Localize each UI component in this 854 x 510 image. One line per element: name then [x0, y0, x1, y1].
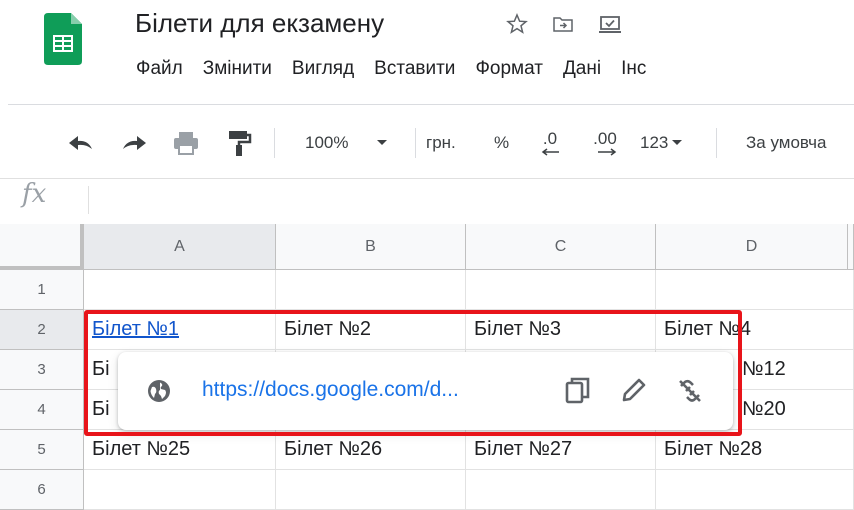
- chevron-down-icon: [672, 140, 683, 145]
- cell-d2[interactable]: Білет №4: [656, 310, 854, 350]
- cell-c2[interactable]: Білет №3: [466, 310, 656, 350]
- row-header-1[interactable]: 1: [0, 270, 84, 310]
- arrow-right-icon: [598, 148, 617, 156]
- more-formats-button[interactable]: 123: [640, 118, 683, 168]
- zoom-select[interactable]: 100%: [305, 118, 388, 168]
- move-to-folder-icon[interactable]: [551, 12, 575, 41]
- cell-d6[interactable]: [656, 470, 854, 510]
- document-title[interactable]: Білети для екзамену: [135, 8, 384, 39]
- row-header-2[interactable]: 2: [0, 310, 84, 350]
- increase-decimal-label: .00: [593, 129, 617, 148]
- increase-decimal-button[interactable]: .00: [590, 118, 620, 168]
- row-header-3[interactable]: 3: [0, 350, 84, 390]
- formula-bar-separator: [88, 186, 89, 214]
- cell-a1[interactable]: [84, 270, 276, 310]
- star-icon[interactable]: [505, 12, 529, 41]
- menu-edit[interactable]: Змінити: [203, 58, 272, 80]
- paint-format-icon[interactable]: [226, 118, 252, 168]
- currency-label: грн.: [426, 133, 456, 152]
- link-url[interactable]: https://docs.google.com/d...: [202, 378, 459, 402]
- select-all-corner[interactable]: [0, 224, 84, 270]
- zoom-value: 100%: [305, 133, 349, 152]
- column-header-a[interactable]: A: [84, 224, 276, 270]
- cell-d1[interactable]: [656, 270, 854, 310]
- cell-a5[interactable]: Білет №25: [84, 430, 276, 470]
- fx-icon: fx: [22, 179, 47, 209]
- menu-insert[interactable]: Вставити: [374, 58, 455, 80]
- redo-icon[interactable]: [119, 118, 149, 168]
- hyperlink-text[interactable]: Білет №1: [92, 318, 179, 341]
- edit-icon[interactable]: [620, 376, 648, 409]
- column-header-e[interactable]: [848, 224, 854, 270]
- menu-data[interactable]: Дані: [563, 58, 601, 80]
- column-header-b[interactable]: B: [276, 224, 466, 270]
- chevron-down-icon: [377, 140, 388, 145]
- cell-c6[interactable]: [466, 470, 656, 510]
- row-header-5[interactable]: 5: [0, 430, 84, 470]
- sheets-logo-icon[interactable]: [44, 13, 82, 65]
- unlink-icon[interactable]: [676, 377, 704, 410]
- column-header-d[interactable]: D: [656, 224, 848, 270]
- more-formats-label: 123: [640, 133, 669, 152]
- print-icon[interactable]: [172, 118, 200, 168]
- format-percent-button[interactable]: %: [494, 118, 509, 168]
- drive-status-icon[interactable]: [597, 12, 623, 41]
- cell-a2[interactable]: Білет №1: [84, 310, 276, 350]
- font-select[interactable]: За умовча: [746, 118, 826, 168]
- cell-a6[interactable]: [84, 470, 276, 510]
- menu-bar: Файл Змінити Вигляд Вставити Формат Дані…: [136, 58, 666, 80]
- arrow-left-icon: [541, 148, 559, 156]
- toolbar: 100% грн. % .0 .00 123 За умовча: [0, 118, 854, 168]
- menu-tools[interactable]: Інс: [621, 58, 646, 80]
- row-header-6[interactable]: 6: [0, 470, 84, 510]
- format-currency-button[interactable]: грн.: [426, 118, 456, 168]
- formula-bar-divider: [0, 178, 854, 179]
- column-header-c[interactable]: C: [466, 224, 656, 270]
- cell-b1[interactable]: [276, 270, 466, 310]
- cell-b6[interactable]: [276, 470, 466, 510]
- link-preview-popup: https://docs.google.com/d...: [118, 352, 733, 430]
- cell-c1[interactable]: [466, 270, 656, 310]
- menu-view[interactable]: Вигляд: [292, 58, 354, 80]
- cell-c5[interactable]: Білет №27: [466, 430, 656, 470]
- cell-d5[interactable]: Білет №28: [656, 430, 854, 470]
- undo-icon[interactable]: [66, 118, 96, 168]
- cell-b2[interactable]: Білет №2: [276, 310, 466, 350]
- copy-icon[interactable]: [564, 376, 592, 411]
- menu-file[interactable]: Файл: [136, 58, 183, 80]
- menu-format[interactable]: Формат: [475, 58, 543, 80]
- header-divider: [8, 104, 854, 105]
- font-label: За умовча: [746, 133, 827, 152]
- globe-icon: [146, 378, 172, 409]
- row-header-4[interactable]: 4: [0, 390, 84, 430]
- percent-label: %: [494, 133, 510, 152]
- decrease-decimal-label: .0: [542, 129, 558, 148]
- cell-b5[interactable]: Білет №26: [276, 430, 466, 470]
- decrease-decimal-button[interactable]: .0: [539, 118, 561, 168]
